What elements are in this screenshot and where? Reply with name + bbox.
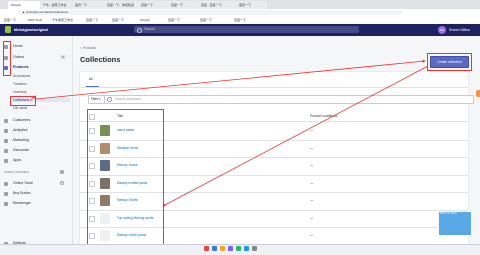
app-icon[interactable] — [212, 246, 217, 251]
app-icon[interactable] — [220, 246, 225, 251]
app-icon[interactable] — [244, 246, 249, 251]
app-icon[interactable] — [204, 246, 209, 251]
app-icon[interactable] — [252, 246, 257, 251]
app-icon[interactable] — [236, 246, 241, 251]
feedback-tab[interactable] — [476, 90, 480, 97]
app-icon[interactable] — [228, 246, 233, 251]
annotation-arrows — [29, 59, 429, 207]
video-label: PHM YA! RAIN — [440, 212, 457, 215]
